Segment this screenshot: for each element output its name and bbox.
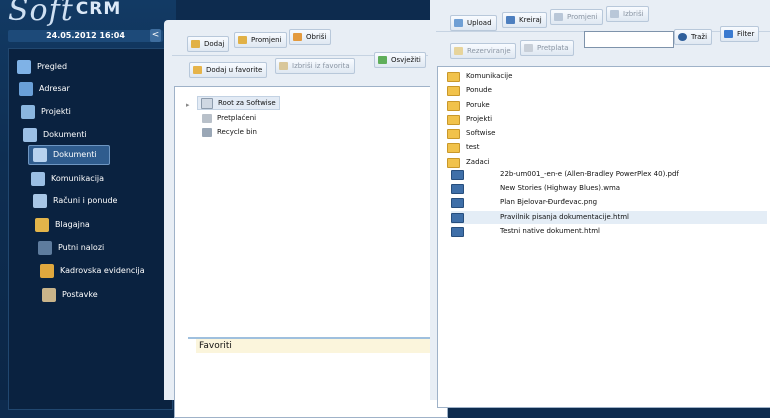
nav-item-label: Kadrovska evidencija — [60, 266, 145, 275]
nav-item-label: Dokumenti — [53, 150, 97, 159]
file-row[interactable]: Pravilnik pisanja dokumentacije.html — [451, 211, 767, 224]
folder-icon — [447, 143, 460, 153]
app-logo: Soft CRM — [8, 0, 122, 28]
file-icon — [451, 184, 464, 194]
search-button[interactable]: Traži — [674, 29, 713, 45]
file-name: Poruke — [466, 101, 490, 109]
add-icon — [191, 40, 200, 48]
delete-icon — [610, 10, 619, 18]
create-icon — [506, 16, 515, 24]
address-book-icon — [19, 82, 33, 96]
filter-icon — [724, 30, 733, 38]
nav-item-label: Postavke — [62, 290, 98, 299]
add-favorite-button[interactable]: Dodaj u favorite — [189, 62, 268, 78]
delete-icon — [293, 33, 302, 41]
tree-item-prepaid[interactable]: Pretplaćeni — [202, 112, 256, 124]
subscribe-button[interactable]: Pretplata — [520, 40, 574, 56]
change-button[interactable]: Promjeni — [234, 32, 287, 48]
file-name: test — [466, 143, 480, 151]
folder-icon — [447, 158, 460, 168]
folder-row[interactable]: Ponude — [447, 84, 627, 97]
favorites-header: Favoriti — [196, 339, 443, 353]
folder-row[interactable]: test — [447, 141, 627, 154]
file-icon — [451, 227, 464, 237]
file-row[interactable]: 22b-um001_-en-e (Allen-Bradley PowerPlex… — [451, 168, 767, 181]
create-button[interactable]: Kreiraj — [502, 12, 547, 28]
upload-button[interactable]: Upload — [450, 15, 497, 31]
file-name: Softwise — [466, 129, 496, 137]
file-name: New Stories (Highway Blues).wma — [500, 184, 621, 192]
folder-icon — [447, 72, 460, 82]
remove-favorite-button[interactable]: Izbriši iz favorita — [275, 58, 355, 74]
file-row[interactable]: New Stories (Highway Blues).wma — [451, 182, 767, 195]
nav-item-label: Blagajna — [55, 220, 90, 229]
delete-button[interactable]: Obriši — [289, 29, 332, 45]
folder-row[interactable]: Poruke — [447, 99, 627, 112]
folder-icon — [447, 86, 460, 96]
file-name: Plan Bjelovar-Đurđevac.png — [500, 198, 598, 206]
file-icon — [451, 213, 464, 223]
nav-item-label: Pregled — [37, 62, 68, 71]
subscribe-icon — [524, 44, 533, 52]
change-file-button[interactable]: Promjeni — [550, 9, 603, 25]
communication-icon — [31, 172, 45, 186]
reserve-button[interactable]: Rezerviranje — [450, 43, 516, 59]
add-button[interactable]: Dodaj — [187, 36, 230, 52]
cash-register-icon — [35, 218, 49, 232]
datetime-display: 24.05.2012 16:04 — [8, 30, 163, 42]
search-input[interactable] — [584, 31, 674, 48]
file-row[interactable]: Testni native dokument.html — [451, 225, 767, 238]
collapse-sidebar-button[interactable]: < — [150, 29, 161, 42]
favorite-remove-icon — [279, 62, 288, 70]
edit-icon — [238, 36, 247, 44]
search-icon — [678, 33, 687, 41]
folder-row[interactable]: Softwise — [447, 127, 627, 140]
settings-icon — [42, 288, 56, 302]
file-name: 22b-um001_-en-e (Allen-Bradley PowerPlex… — [500, 170, 679, 178]
folder-icon — [447, 101, 460, 111]
documents-icon — [23, 128, 37, 142]
file-icon — [451, 170, 464, 180]
projects-icon — [21, 105, 35, 119]
nav-item-label: Projekti — [41, 107, 71, 116]
hr-records-icon — [40, 264, 54, 278]
file-row[interactable]: Plan Bjelovar-Đurđevac.png — [451, 196, 767, 209]
refresh-icon — [378, 56, 387, 64]
travel-orders-icon — [38, 241, 52, 255]
edit-icon — [554, 13, 563, 21]
tree-item-recycle-bin[interactable]: Recycle bin — [202, 126, 257, 138]
folder-row[interactable]: Komunikacije — [447, 70, 627, 83]
filter-button[interactable]: Filter — [720, 26, 760, 42]
file-name: Pravilnik pisanja dokumentacije.html — [500, 213, 629, 221]
recycle-bin-icon — [202, 127, 212, 137]
favorite-add-icon — [193, 66, 202, 74]
delete-file-button[interactable]: Izbriši — [606, 6, 649, 22]
overview-icon — [17, 60, 31, 74]
nav-item-label: Komunikacija — [51, 174, 105, 183]
nav-item-label: Adresar — [39, 84, 70, 93]
file-icon — [451, 198, 464, 208]
file-name: Projekti — [466, 115, 493, 123]
file-name: Testni native dokument.html — [500, 227, 600, 235]
tree-expander-icon[interactable]: ▸ — [186, 101, 190, 109]
reserve-icon — [454, 47, 463, 55]
nav-item-document[interactable]: Dokumenti — [28, 145, 110, 165]
file-name: Ponude — [466, 86, 492, 94]
document-icon — [33, 148, 47, 162]
subscription-icon — [202, 113, 212, 123]
tree-item-root[interactable]: Root za Softwise — [197, 96, 280, 110]
nav-item-label: Dokumenti — [43, 130, 87, 139]
folder-row[interactable]: Projekti — [447, 113, 627, 126]
invoices-icon — [33, 194, 47, 208]
root-icon — [201, 97, 213, 109]
folder-icon — [447, 129, 460, 139]
folder-icon — [447, 115, 460, 125]
refresh-button[interactable]: Osvježiti — [374, 52, 426, 68]
file-name: Komunikacije — [466, 72, 513, 80]
nav-panel — [8, 48, 173, 410]
upload-icon — [454, 19, 463, 27]
nav-item-label: Putni nalozi — [58, 243, 105, 252]
nav-item-label: Računi i ponude — [53, 196, 118, 205]
